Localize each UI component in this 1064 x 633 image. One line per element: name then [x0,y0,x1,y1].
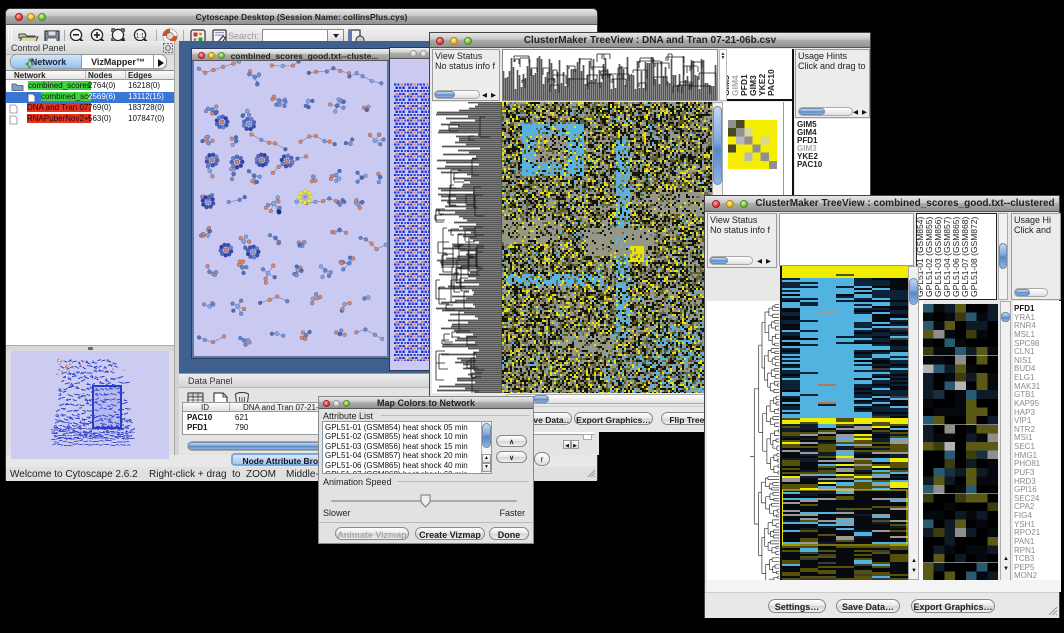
svg-text:1:1: 1:1 [136,34,145,40]
